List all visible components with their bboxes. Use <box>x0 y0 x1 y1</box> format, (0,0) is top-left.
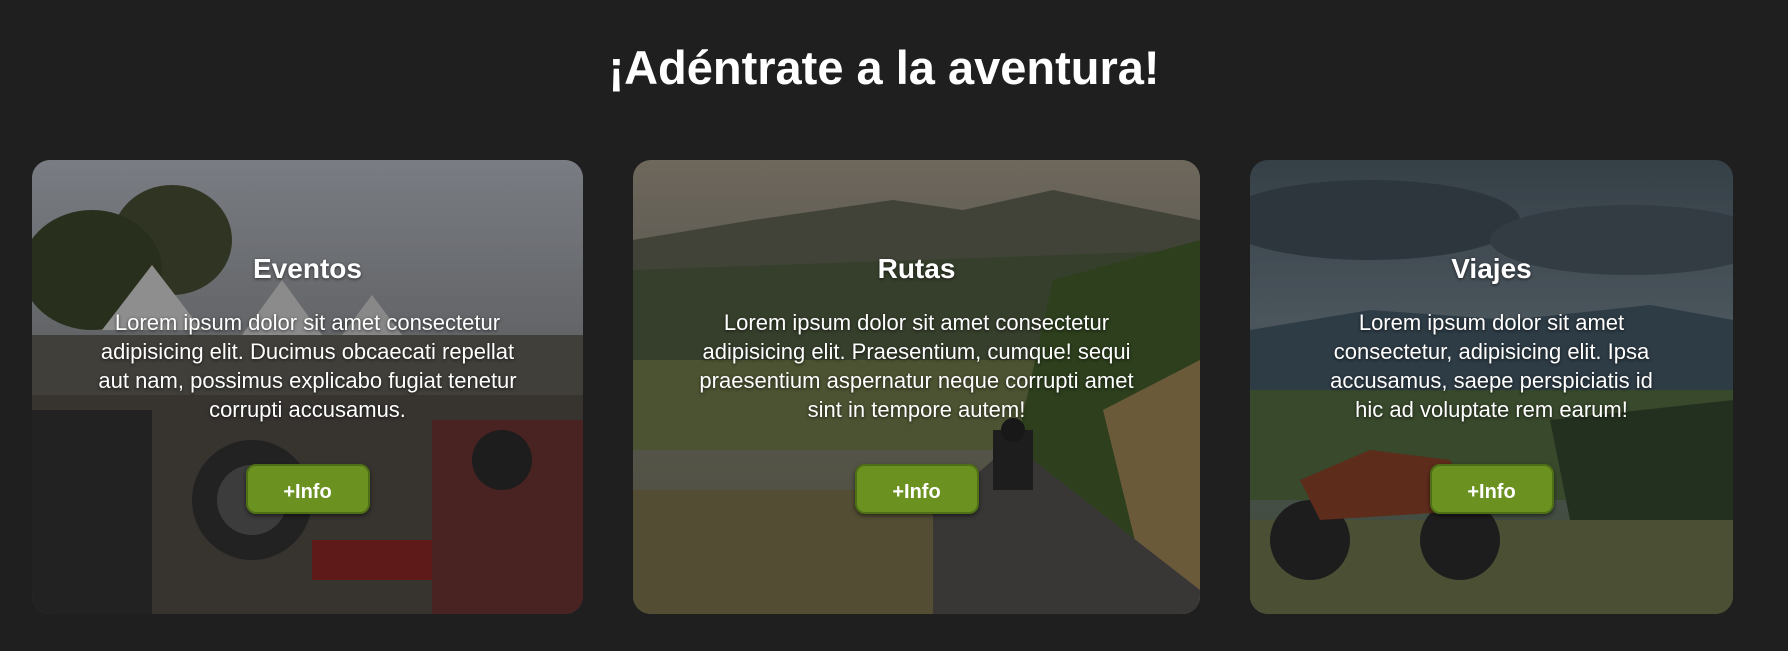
card-eventos-info-button[interactable]: +Info <box>245 464 370 514</box>
card-viajes-title: Viajes <box>1451 253 1532 284</box>
card-eventos-text: Lorem ipsum dolor sit amet consectetur a… <box>98 310 517 422</box>
page-title: ¡Adéntrate a la aventura! <box>608 41 1160 94</box>
card-viajes-text: Lorem ipsum dolor sit amet consectetur, … <box>1330 310 1653 422</box>
card-rutas-content: Rutas Lorem ipsum dolor sit amet consect… <box>633 252 1200 514</box>
card-rutas-text: Lorem ipsum dolor sit amet consectetur a… <box>699 310 1134 422</box>
card-viajes-info-button[interactable]: +Info <box>1429 464 1554 514</box>
card-viajes: Viajes Lorem ipsum dolor sit amet consec… <box>1250 160 1733 614</box>
page: ¡Adéntrate a la aventura! Eventos Lorem … <box>0 0 1788 651</box>
card-rutas-title: Rutas <box>877 253 956 284</box>
card-eventos: Eventos Lorem ipsum dolor sit amet conse… <box>32 160 583 614</box>
card-rutas: Rutas Lorem ipsum dolor sit amet consect… <box>633 160 1200 614</box>
card-eventos-content: Eventos Lorem ipsum dolor sit amet conse… <box>32 252 583 514</box>
card-rutas-info-button[interactable]: +Info <box>854 464 979 514</box>
card-viajes-content: Viajes Lorem ipsum dolor sit amet consec… <box>1250 252 1733 514</box>
card-eventos-title: Eventos <box>253 253 362 284</box>
